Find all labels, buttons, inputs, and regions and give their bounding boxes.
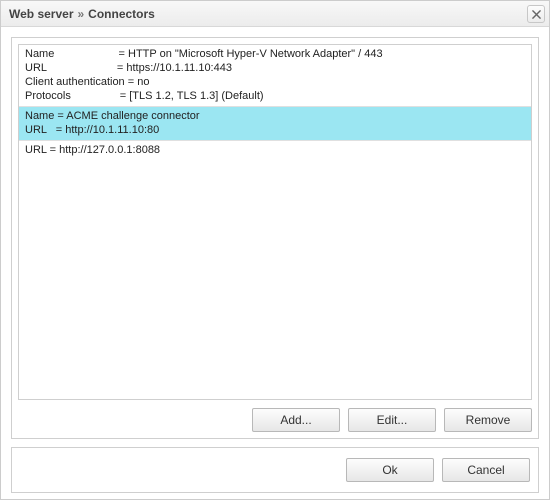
breadcrumb-root: Web server	[9, 7, 73, 21]
connectors-dialog: Web server » Connectors Name = HTTP on "…	[0, 0, 550, 500]
edit-button[interactable]: Edit...	[348, 408, 436, 432]
list-button-row: Add... Edit... Remove	[18, 400, 532, 432]
remove-button[interactable]: Remove	[444, 408, 532, 432]
connector-entry[interactable]: URL = http://127.0.0.1:8088	[19, 141, 531, 160]
connector-entry[interactable]: Name = HTTP on "Microsoft Hyper-V Networ…	[19, 45, 531, 107]
close-icon	[532, 10, 541, 19]
ok-button[interactable]: Ok	[346, 458, 434, 482]
close-button[interactable]	[527, 5, 545, 23]
connector-entry[interactable]: Name = ACME challenge connector URL = ht…	[19, 107, 531, 141]
connectors-panel: Name = HTTP on "Microsoft Hyper-V Networ…	[11, 37, 539, 439]
dialog-body: Name = HTTP on "Microsoft Hyper-V Networ…	[1, 27, 549, 499]
breadcrumb-separator: »	[77, 7, 84, 21]
add-button[interactable]: Add...	[252, 408, 340, 432]
titlebar: Web server » Connectors	[1, 1, 549, 27]
breadcrumb-current: Connectors	[88, 7, 155, 21]
connectors-list[interactable]: Name = HTTP on "Microsoft Hyper-V Networ…	[18, 44, 532, 400]
dialog-footer: Ok Cancel	[11, 447, 539, 493]
cancel-button[interactable]: Cancel	[442, 458, 530, 482]
